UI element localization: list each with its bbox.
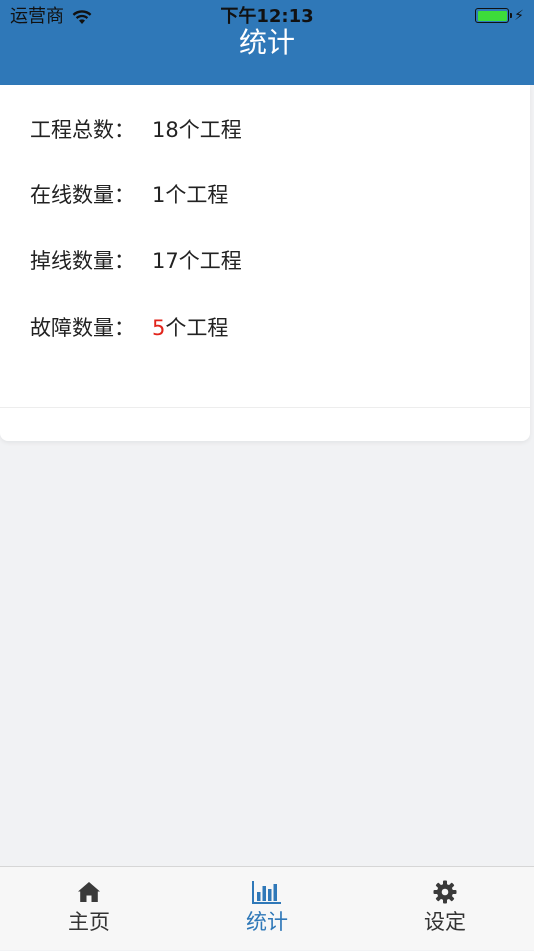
stat-row-total: 工程总数： 18个工程 <box>30 114 242 146</box>
stat-row-offline: 掉线数量： 17个工程 <box>30 245 242 277</box>
tab-settings-label: 设定 <box>424 910 466 934</box>
fault-unit: 个工程 <box>165 316 229 340</box>
battery-fill <box>477 10 507 21</box>
tab-bar: 主页 统计 设定 <box>0 866 534 950</box>
charging-bolt-icon: ⚡ <box>514 7 524 24</box>
bar-chart-icon <box>252 879 282 905</box>
tab-home[interactable]: 主页 <box>0 867 178 951</box>
stat-value-total: 18个工程 <box>152 118 242 142</box>
stat-value-online: 1个工程 <box>152 183 229 207</box>
stat-value-offline: 17个工程 <box>152 249 242 273</box>
battery-icon <box>475 8 513 23</box>
stat-row-fault: 故障数量： 5个工程 <box>30 312 228 344</box>
stat-label-offline: 掉线数量： <box>30 249 135 273</box>
card-divider <box>0 407 530 408</box>
stat-label-total: 工程总数： <box>30 118 135 142</box>
home-icon <box>77 879 101 905</box>
page-title: 统计 <box>238 26 295 59</box>
tab-stats[interactable]: 统计 <box>178 867 356 951</box>
battery-indicator: ⚡ <box>475 8 524 23</box>
stat-label-online: 在线数量： <box>30 183 135 207</box>
stat-label-fault: 故障数量： <box>30 316 135 340</box>
stats-card: 工程总数： 18个工程 在线数量： 1个工程 掉线数量： 17个工程 故障数量：… <box>0 85 530 441</box>
fault-count: 5 <box>152 316 166 340</box>
tab-settings[interactable]: 设定 <box>356 867 534 951</box>
tab-home-label: 主页 <box>68 910 110 934</box>
stat-row-online: 在线数量： 1个工程 <box>30 179 228 211</box>
tab-stats-label: 统计 <box>246 910 288 934</box>
header: 运营商 下午12:13 ⚡ 统计 <box>0 0 534 85</box>
stat-value-fault: 5个工程 <box>152 312 228 344</box>
gear-icon <box>433 879 457 905</box>
